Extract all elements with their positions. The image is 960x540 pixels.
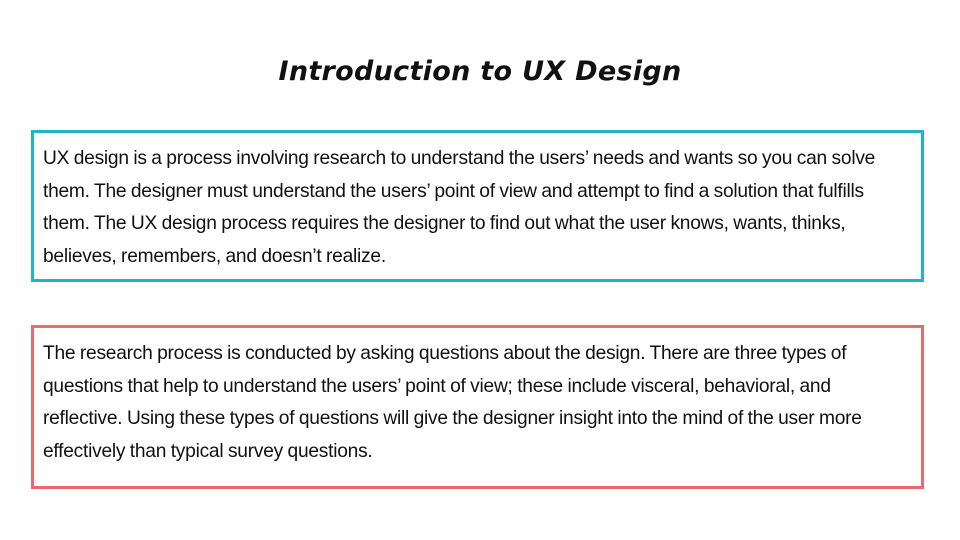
slide-title: Introduction to UX Design bbox=[278, 56, 682, 87]
paragraph-research-process: The research process is conducted by ask… bbox=[43, 343, 862, 462]
text-box-ux-definition: UX design is a process involving researc… bbox=[31, 130, 924, 282]
slide: Introduction to UX Design UX design is a… bbox=[0, 0, 960, 540]
text-box-research-process: The research process is conducted by ask… bbox=[31, 325, 924, 489]
paragraph-ux-definition: UX design is a process involving researc… bbox=[43, 148, 876, 267]
